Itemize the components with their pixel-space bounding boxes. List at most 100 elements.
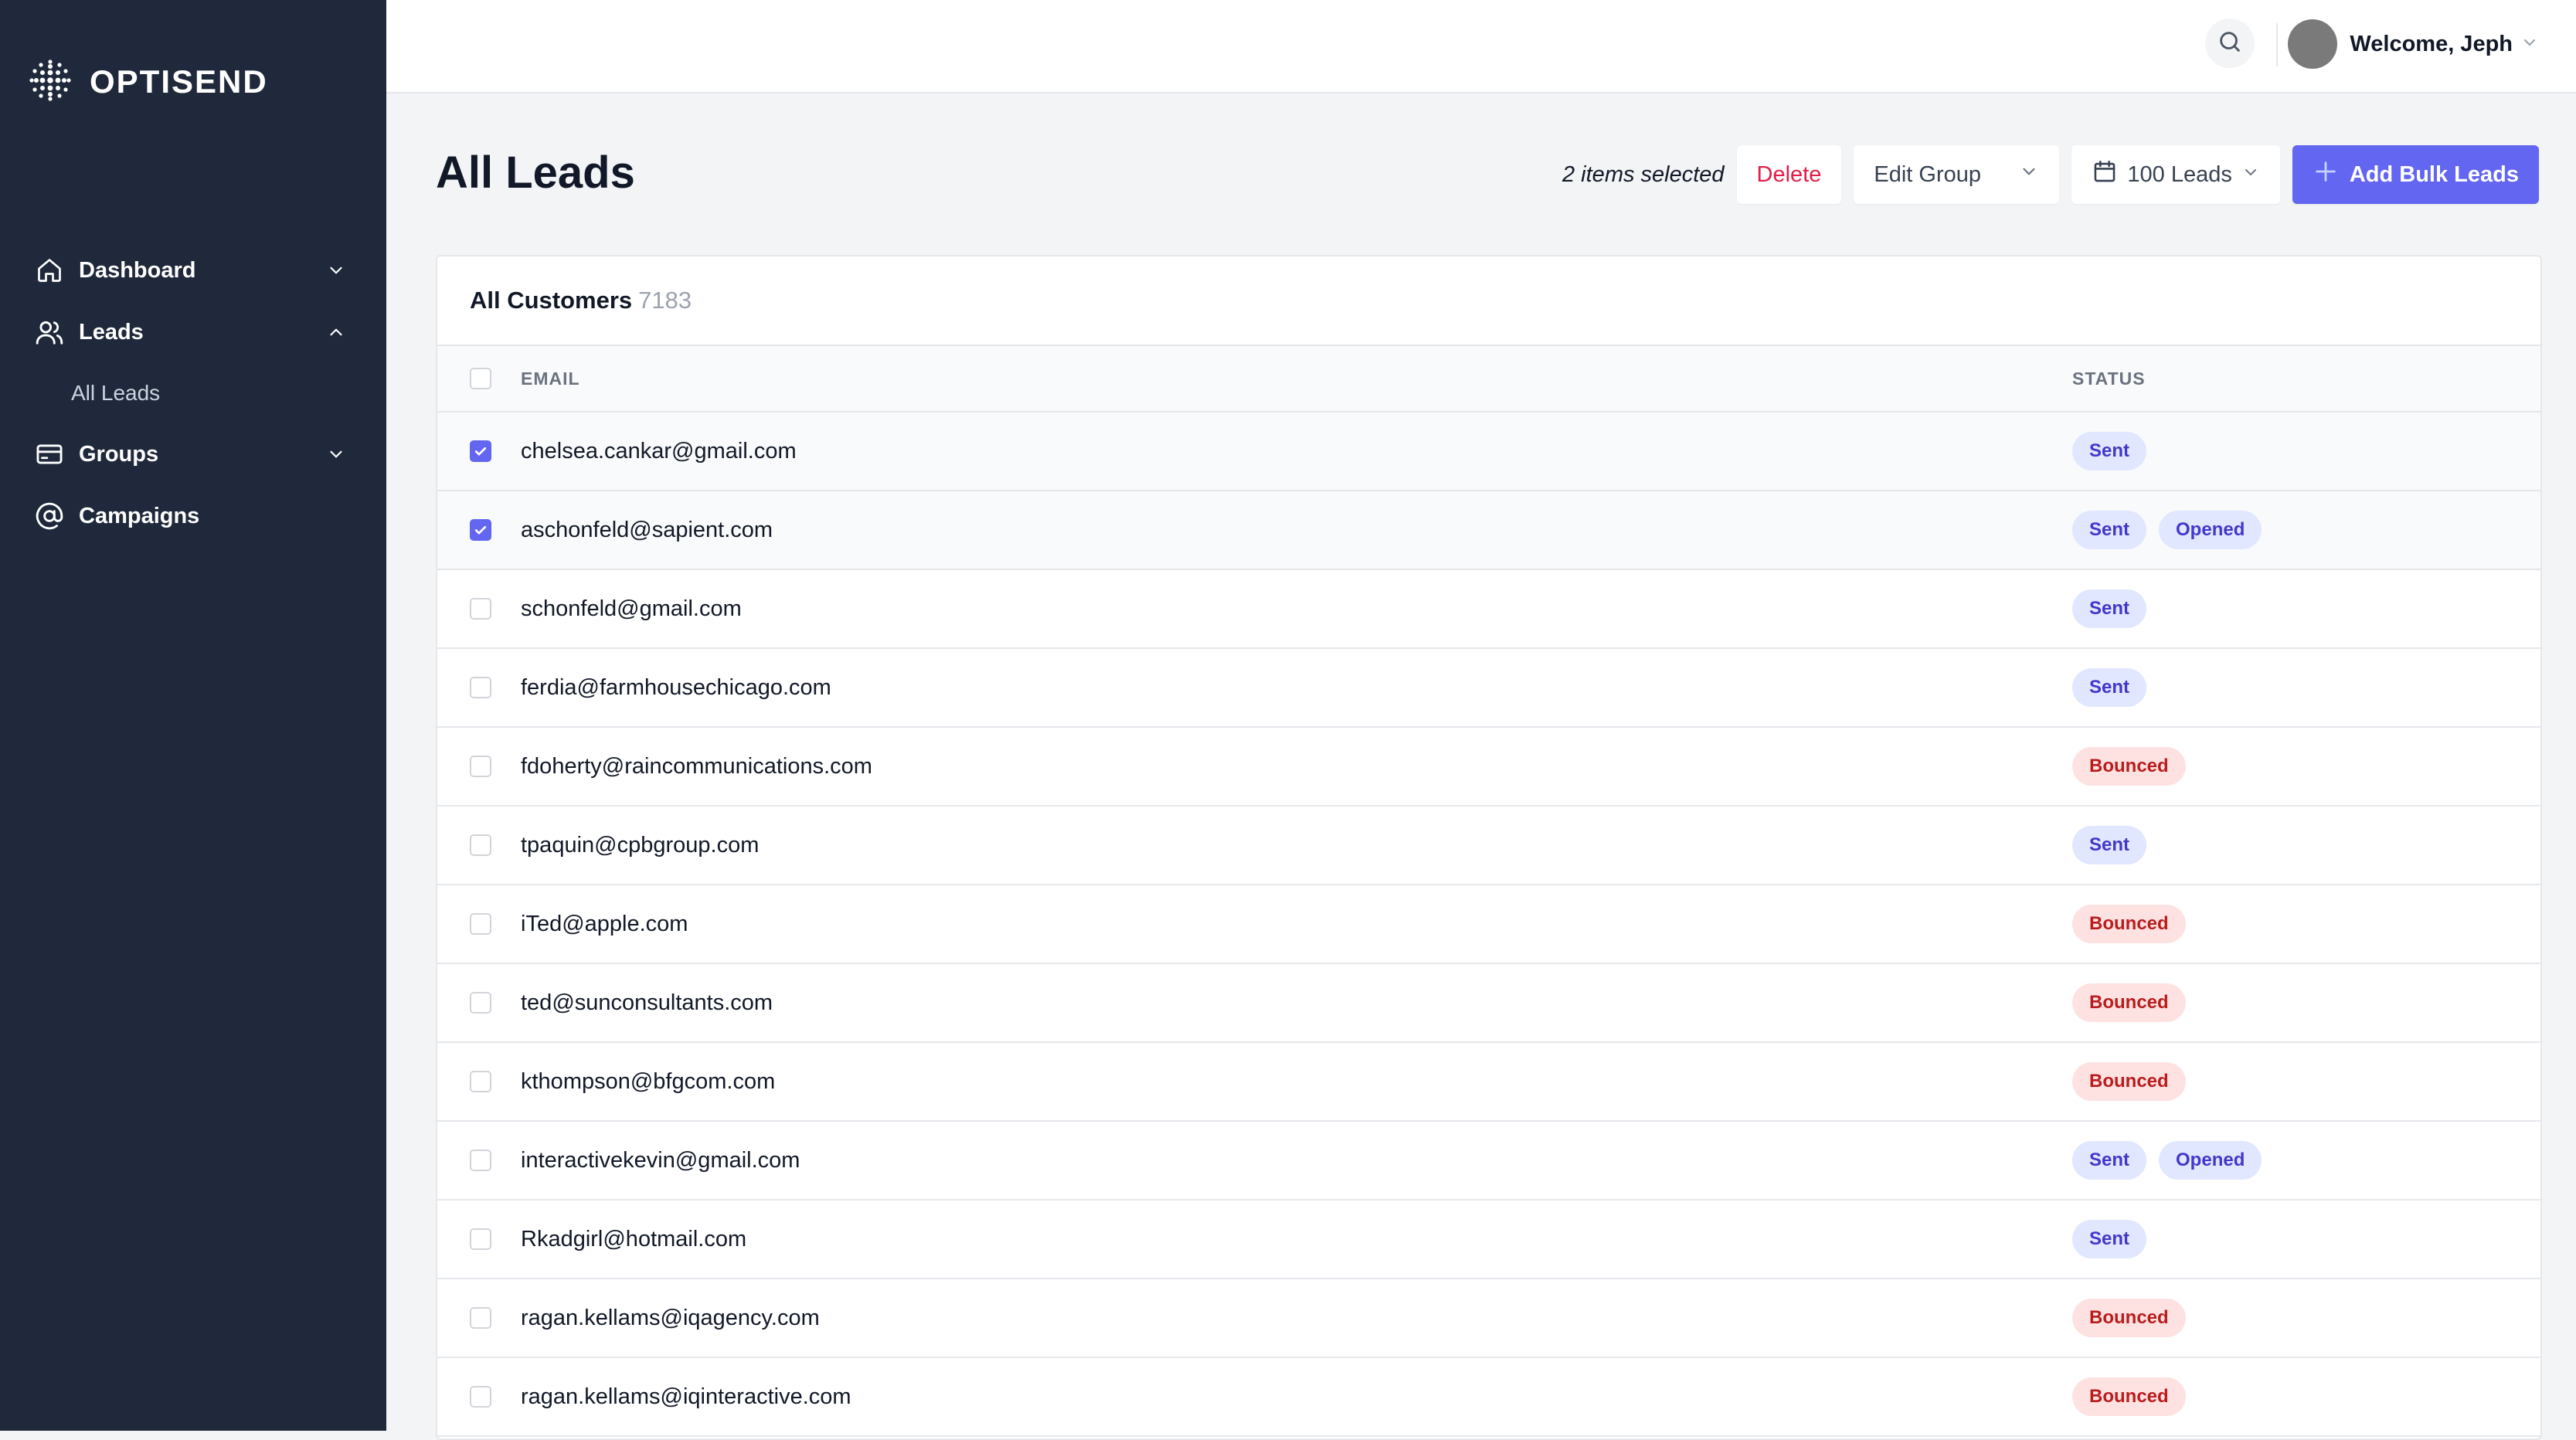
lead-email: ferdia@farmhousechicago.com: [521, 674, 831, 700]
row-checkbox[interactable]: [470, 992, 491, 1014]
status-badge: Opened: [2159, 1141, 2262, 1180]
calendar-icon: [2092, 158, 2118, 191]
table-row[interactable]: fdoherty@raincommunications.com Bounced: [437, 728, 2540, 807]
sidebar: OPTISEND Dashboard Leads All Leads Group…: [0, 0, 386, 1431]
status-badge: Sent: [2072, 1141, 2147, 1180]
row-checkbox[interactable]: [470, 913, 491, 935]
lead-email: schonfeld@gmail.com: [521, 596, 742, 621]
row-checkbox[interactable]: [470, 756, 491, 777]
lead-email: interactivekevin@gmail.com: [521, 1147, 800, 1173]
add-bulk-leads-button[interactable]: Add Bulk Leads: [2292, 145, 2539, 204]
row-checkbox[interactable]: [470, 1071, 491, 1092]
table-row[interactable]: iTed@apple.com Bounced: [437, 885, 2540, 964]
table-row[interactable]: chelsea.cankar@gmail.com Sent: [437, 413, 2540, 491]
check-icon: [473, 443, 488, 459]
user-menu[interactable]: Welcome, Jeph: [2288, 19, 2539, 70]
lead-email: fdoherty@raincommunications.com: [521, 753, 872, 779]
sidebar-item-leads[interactable]: Leads: [0, 301, 386, 363]
lead-status: Bounced: [2072, 905, 2186, 943]
status-badge: Sent: [2072, 668, 2147, 707]
table-row[interactable]: ferdia@farmhousechicago.com Sent: [437, 649, 2540, 728]
lead-status: Sent: [2072, 432, 2147, 470]
row-checkbox[interactable]: [470, 440, 491, 462]
status-badge: Sent: [2072, 432, 2147, 470]
status-badge: Bounced: [2072, 1062, 2186, 1101]
select-all-checkbox[interactable]: [470, 368, 491, 389]
table-row[interactable]: tpaquin@cpbgroup.com Sent: [437, 807, 2540, 885]
lead-email: tpaquin@cpbgroup.com: [521, 832, 760, 858]
lead-email: ragan.kellams@iqinteractive.com: [521, 1384, 851, 1409]
lead-email: ted@sunconsultants.com: [521, 990, 773, 1015]
lead-email: iTed@apple.com: [521, 911, 688, 936]
table-row[interactable]: Rkadgirl@hotmail.com Sent: [437, 1201, 2540, 1279]
row-checkbox[interactable]: [470, 1228, 491, 1250]
status-badge: Sent: [2072, 1220, 2147, 1258]
card-icon: [34, 439, 65, 470]
sidebar-item-label: Campaigns: [79, 503, 200, 528]
status-badge: Sent: [2072, 826, 2147, 864]
check-icon: [473, 522, 488, 538]
table-row[interactable]: ted@sunconsultants.com Bounced: [437, 964, 2540, 1043]
delete-button[interactable]: Delete: [1736, 145, 1842, 204]
lead-email: kthompson@bfgcom.com: [521, 1068, 776, 1094]
add-bulk-leads-label: Add Bulk Leads: [2349, 161, 2519, 187]
welcome-text: Welcome, Jeph: [2350, 31, 2513, 56]
status-badge: Sent: [2072, 589, 2147, 628]
top-bar: Welcome, Jeph: [386, 0, 2576, 93]
table-title-text: All Customers: [470, 287, 633, 314]
status-badge: Bounced: [2072, 905, 2186, 943]
chevron-down-icon[interactable]: [325, 443, 348, 466]
row-checkbox[interactable]: [470, 519, 491, 541]
sidebar-subitem-all-leads[interactable]: All Leads: [0, 363, 386, 423]
row-checkbox[interactable]: [470, 1386, 491, 1408]
topbar-divider: [2276, 23, 2278, 66]
status-badge: Sent: [2072, 511, 2147, 549]
chevron-down-icon: [2520, 33, 2539, 56]
lead-email: Rkadgirl@hotmail.com: [521, 1226, 747, 1252]
search-button[interactable]: [2205, 19, 2255, 68]
sidebar-item-dashboard[interactable]: Dashboard: [0, 239, 386, 301]
lead-email: aschonfeld@sapient.com: [521, 517, 773, 542]
avatar: [2288, 19, 2338, 69]
brand-name: OPTISEND: [90, 63, 268, 100]
row-checkbox[interactable]: [470, 834, 491, 856]
lead-status: Sent Opened: [2072, 1141, 2262, 1180]
lead-status: Sent: [2072, 589, 2147, 628]
table-row[interactable]: kthompson@bfgcom.com Bounced: [437, 1043, 2540, 1122]
table-row[interactable]: schonfeld@gmail.com Sent: [437, 570, 2540, 649]
sidebar-item-groups[interactable]: Groups: [0, 423, 386, 485]
selection-count: 2 items selected: [1562, 161, 1725, 187]
lead-status: Sent: [2072, 1220, 2147, 1258]
status-badge: Bounced: [2072, 747, 2186, 786]
search-icon: [2217, 29, 2243, 59]
row-checkbox[interactable]: [470, 1307, 491, 1329]
table-row[interactable]: aschonfeld@sapient.com Sent Opened: [437, 491, 2540, 570]
leads-count-select[interactable]: 100 Leads: [2071, 145, 2280, 204]
row-checkbox[interactable]: [470, 598, 491, 620]
sidebar-item-campaigns[interactable]: Campaigns: [0, 485, 386, 547]
sidebar-item-label: Leads: [79, 319, 144, 345]
logo-dots-icon: [29, 59, 71, 105]
leads-count-label: 100 Leads: [2127, 161, 2232, 187]
table-row[interactable]: ragan.kellams@iqagency.com Bounced: [437, 1279, 2540, 1358]
chevron-up-icon[interactable]: [325, 321, 348, 344]
status-badge: Bounced: [2072, 1299, 2186, 1337]
row-checkbox[interactable]: [470, 1150, 491, 1171]
chevron-down-icon: [2019, 161, 2039, 188]
chevron-down-icon: [2241, 162, 2260, 188]
table-header: EMAIL STATUS: [437, 346, 2540, 413]
lead-status: Bounced: [2072, 1062, 2186, 1101]
chevron-down-icon[interactable]: [325, 259, 348, 282]
lead-email: ragan.kellams@iqagency.com: [521, 1305, 820, 1330]
table-row[interactable]: ragan.kellams@iqinteractive.com Bounced: [437, 1358, 2540, 1437]
leads-table-card: All Customers 7183 EMAIL STATUS chelsea.…: [436, 255, 2542, 1440]
users-icon: [34, 317, 65, 348]
lead-status: Bounced: [2072, 747, 2186, 786]
at-icon: [34, 501, 65, 532]
column-header-status[interactable]: STATUS: [2072, 368, 2146, 389]
edit-group-select[interactable]: Edit Group: [1854, 145, 2060, 204]
row-checkbox[interactable]: [470, 677, 491, 698]
brand[interactable]: OPTISEND: [29, 59, 268, 105]
column-header-email[interactable]: EMAIL: [521, 368, 2072, 389]
table-row[interactable]: interactivekevin@gmail.com Sent Opened: [437, 1122, 2540, 1201]
